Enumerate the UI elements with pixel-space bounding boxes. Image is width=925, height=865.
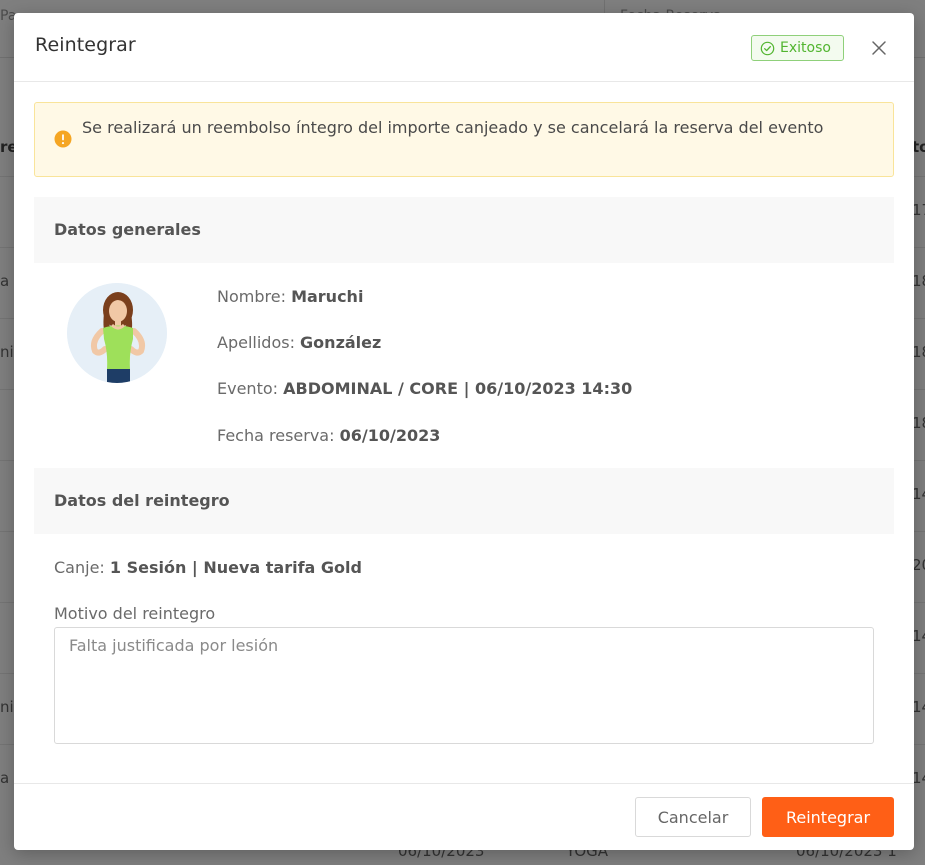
close-icon [872,41,886,55]
refund-modal: Reintegrar Exitoso Se realizará un reemb… [14,13,914,850]
evento-value: ABDOMINAL / CORE | 06/10/2023 14:30 [283,379,633,398]
section-header-general: Datos generales [34,197,894,263]
modal-header: Reintegrar Exitoso [14,13,914,82]
motivo-label: Motivo del reintegro [54,604,216,623]
submit-refund-button[interactable]: Reintegrar [762,797,894,837]
warning-alert: Se realizará un reembolso íntegro del im… [34,102,894,177]
info-evento: Evento: ABDOMINAL / CORE | 06/10/2023 14… [217,379,632,398]
check-circle-icon [760,41,775,55]
user-photo [67,283,167,383]
canje-label: Canje: [54,558,105,577]
fecha-reserva-value: 06/10/2023 [339,426,441,445]
info-fecha-reserva: Fecha reserva: 06/10/2023 [217,426,440,445]
modal-title: Reintegrar [35,34,136,56]
status-badge: Exitoso [751,35,844,61]
apellidos-label: Apellidos: [217,333,295,352]
apellidos-value: González [300,333,382,352]
alert-message: Se realizará un reembolso íntegro del im… [82,118,824,137]
close-button[interactable] [868,37,890,59]
nombre-value: Maruchi [291,287,364,306]
canje-value: 1 Sesión | Nueva tarifa Gold [109,558,362,577]
status-badge-label: Exitoso [780,40,831,56]
exclamation-circle-icon [54,130,72,148]
info-apellidos: Apellidos: González [217,333,381,352]
avatar [67,283,167,383]
modal-body: Se realizará un reembolso íntegro del im… [34,102,894,744]
nombre-label: Nombre: [217,287,286,306]
modal-footer: Cancelar Reintegrar [14,783,914,850]
fecha-reserva-label: Fecha reserva: [217,426,335,445]
evento-label: Evento: [217,379,279,398]
section-header-refund: Datos del reintegro [34,468,894,534]
info-nombre: Nombre: Maruchi [217,287,363,306]
cancel-button[interactable]: Cancelar [635,797,751,837]
motivo-textarea[interactable] [54,627,874,744]
info-canje: Canje: 1 Sesión | Nueva tarifa Gold [54,558,362,577]
